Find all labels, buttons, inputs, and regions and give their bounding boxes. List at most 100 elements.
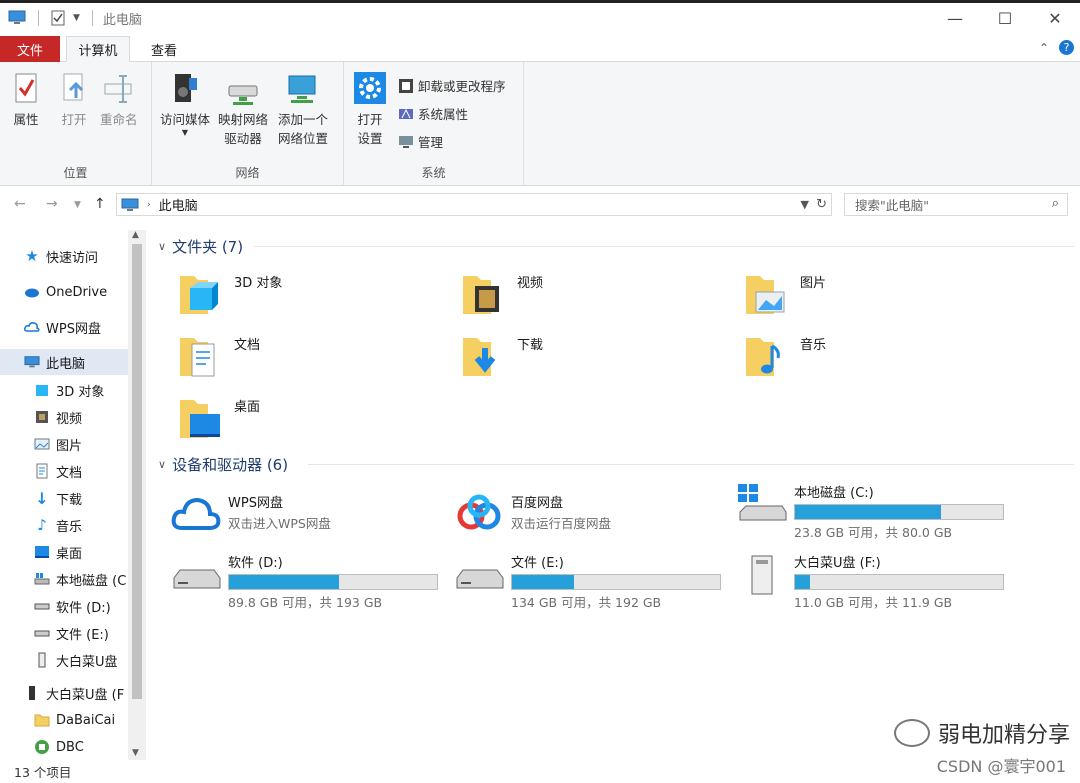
tab-view[interactable]: 查看	[136, 36, 192, 62]
title-bar: ▼ 此电脑 — ☐ ✕	[0, 3, 1080, 33]
sidebar-item-drive-d[interactable]: 软件 (D:)	[34, 593, 111, 619]
usb-drive-icon	[24, 685, 40, 701]
sidebar-item-3d-objects[interactable]: 3D 对象	[34, 377, 104, 403]
address-dropdown-icon[interactable]: ▼	[801, 198, 809, 211]
help-icon[interactable]: ?	[1059, 40, 1074, 55]
manage-icon	[399, 135, 413, 148]
open-settings-button[interactable]: 打开 设置	[352, 70, 388, 148]
sidebar-item-label: DBC	[56, 739, 84, 755]
search-icon[interactable]: ⌕	[1052, 196, 1059, 211]
close-button[interactable]: ✕	[1030, 3, 1080, 33]
breadcrumb-separator-icon[interactable]: ›	[147, 200, 151, 210]
sidebar-item-pictures[interactable]: 图片	[34, 431, 82, 457]
toolbar-separator	[38, 10, 39, 26]
tab-file[interactable]: 文件	[0, 36, 60, 62]
drive-f[interactable]: 大白菜U盘 (F:) 11.0 GB 可用，共 11.9 GB	[736, 552, 1004, 611]
drive-usage-fill	[229, 575, 340, 589]
refresh-icon[interactable]: ↻	[816, 197, 827, 212]
sidebar-item-documents[interactable]: 文档	[34, 458, 82, 484]
folder-name: 下载	[517, 338, 544, 353]
toolbar-separator	[91, 10, 93, 26]
up-icon[interactable]: ↑	[94, 196, 106, 212]
recent-locations-icon[interactable]: ▼	[74, 200, 81, 210]
sidebar-item-wps-drive[interactable]: WPS网盘	[24, 314, 101, 340]
sidebar-item-quick-access[interactable]: ★ 快速访问	[24, 243, 98, 269]
drive-c[interactable]: 本地磁盘 (C:) 23.8 GB 可用，共 80.0 GB	[736, 482, 1004, 541]
folder-music[interactable]: 音乐	[744, 330, 826, 380]
download-arrow-icon: ↓	[35, 488, 49, 508]
uninstall-program-button[interactable]: 卸载或更改程序	[398, 76, 506, 95]
minimize-button[interactable]: —	[930, 3, 980, 33]
access-media-button[interactable]: 访问媒体 ▼	[160, 70, 210, 137]
uninstall-icon	[399, 78, 413, 93]
drives-section-title: 设备和驱动器 (6)	[172, 456, 289, 474]
drive-icon	[34, 625, 50, 641]
scroll-up-icon[interactable]: ▲	[132, 230, 139, 240]
forward-icon[interactable]: →	[46, 196, 58, 212]
properties-check-icon[interactable]	[51, 10, 65, 26]
tab-computer[interactable]: 计算机	[66, 36, 130, 63]
drive-e[interactable]: 文件 (E:) 134 GB 可用，共 192 GB	[453, 552, 721, 611]
drive-name: 软件 (D:)	[228, 556, 283, 571]
sidebar-item-label: 此电脑	[46, 356, 86, 372]
drive-description: 双击运行百度网盘	[511, 516, 612, 531]
section-header-drives[interactable]: ∨ 设备和驱动器 (6)	[158, 454, 288, 475]
status-bar-count: 13 个项目	[14, 765, 72, 780]
sidebar-item-desktop[interactable]: 桌面	[34, 539, 82, 565]
chevron-down-icon[interactable]: ∨	[158, 240, 166, 253]
sidebar-item-label: 文档	[56, 465, 83, 481]
section-header-folders[interactable]: ∨ 文件夹 (7)	[158, 236, 243, 257]
network-location-icon	[288, 75, 316, 103]
sidebar-item-usb-drive[interactable]: 大白菜U盘	[34, 647, 118, 673]
sidebar-item-videos[interactable]: 视频	[34, 404, 82, 430]
drive-d[interactable]: 软件 (D:) 89.8 GB 可用，共 193 GB	[170, 552, 438, 611]
folder-documents[interactable]: 文档	[178, 330, 260, 380]
sidebar-item-downloads[interactable]: ↓ 下载	[34, 485, 82, 511]
address-box[interactable]: › 此电脑 ▼ ↻	[116, 193, 832, 216]
address-path[interactable]: 此电脑	[159, 195, 198, 214]
sidebar-item-label: 本地磁盘 (C	[56, 573, 127, 589]
back-icon[interactable]: ←	[14, 196, 26, 212]
folder-desktop[interactable]: 桌面	[178, 392, 260, 442]
sidebar-item-dabaicai[interactable]: DaBaiCai	[34, 707, 115, 733]
manage-button[interactable]: 管理	[398, 132, 443, 151]
search-placeholder[interactable]: 搜索"此电脑"	[855, 195, 929, 214]
drive-free-space: 89.8 GB 可用，共 193 GB	[228, 595, 383, 610]
sidebar-scrollbar[interactable]: ▲ ▼	[128, 230, 146, 760]
open-button[interactable]: 打开	[56, 70, 92, 129]
sidebar-item-this-pc[interactable]: 此电脑	[0, 349, 128, 375]
drive-free-space: 23.8 GB 可用，共 80.0 GB	[794, 525, 953, 540]
baidu-cloud-icon	[457, 494, 501, 530]
scrollbar-thumb[interactable]	[132, 244, 142, 699]
map-network-drive-button[interactable]: 映射网络 驱动器	[218, 70, 268, 148]
search-box[interactable]: 搜索"此电脑" ⌕	[844, 193, 1068, 216]
sidebar-item-onedrive[interactable]: OneDrive	[24, 279, 107, 305]
folders-section-title: 文件夹 (7)	[172, 238, 244, 256]
sidebar-item-music[interactable]: ♪ 音乐	[34, 512, 82, 538]
media-icon	[175, 74, 197, 102]
drive-usage-bar	[228, 574, 438, 590]
drive-baidu[interactable]: 百度网盘 双击运行百度网盘	[453, 492, 611, 536]
folder-videos[interactable]: 视频	[461, 268, 543, 318]
chevron-down-icon[interactable]: ∨	[158, 458, 166, 471]
folder-downloads-icon	[463, 338, 496, 376]
drive-wps[interactable]: WPS网盘 双击进入WPS网盘	[170, 492, 331, 536]
sidebar-item-drive-e[interactable]: 文件 (E:)	[34, 620, 109, 646]
properties-button[interactable]: 属性	[8, 70, 44, 129]
collapse-ribbon-icon[interactable]: ⌃	[1039, 41, 1049, 55]
folder-downloads[interactable]: 下载	[461, 330, 543, 380]
rename-button[interactable]: 重命名	[100, 70, 138, 129]
sidebar-item-dbc[interactable]: DBC	[34, 734, 84, 760]
scroll-down-icon[interactable]: ▼	[132, 748, 139, 758]
sidebar-item-local-disk-c[interactable]: 本地磁盘 (C	[34, 566, 126, 592]
manage-label: 管理	[418, 135, 444, 150]
maximize-button[interactable]: ☐	[980, 3, 1030, 33]
folder-3d-objects[interactable]: 3D 对象	[178, 268, 282, 318]
sidebar-item-usb-drive-f[interactable]: 大白菜U盘 (F	[24, 680, 124, 706]
computer-icon	[24, 354, 40, 370]
system-properties-button[interactable]: 系统属性	[398, 104, 468, 123]
folder-pictures[interactable]: 图片	[744, 268, 826, 318]
group-location-name: 位置	[63, 166, 88, 180]
add-network-location-button[interactable]: 添加一个 网络位置	[278, 70, 328, 148]
customize-toolbar-icon[interactable]: ▼	[73, 13, 80, 23]
